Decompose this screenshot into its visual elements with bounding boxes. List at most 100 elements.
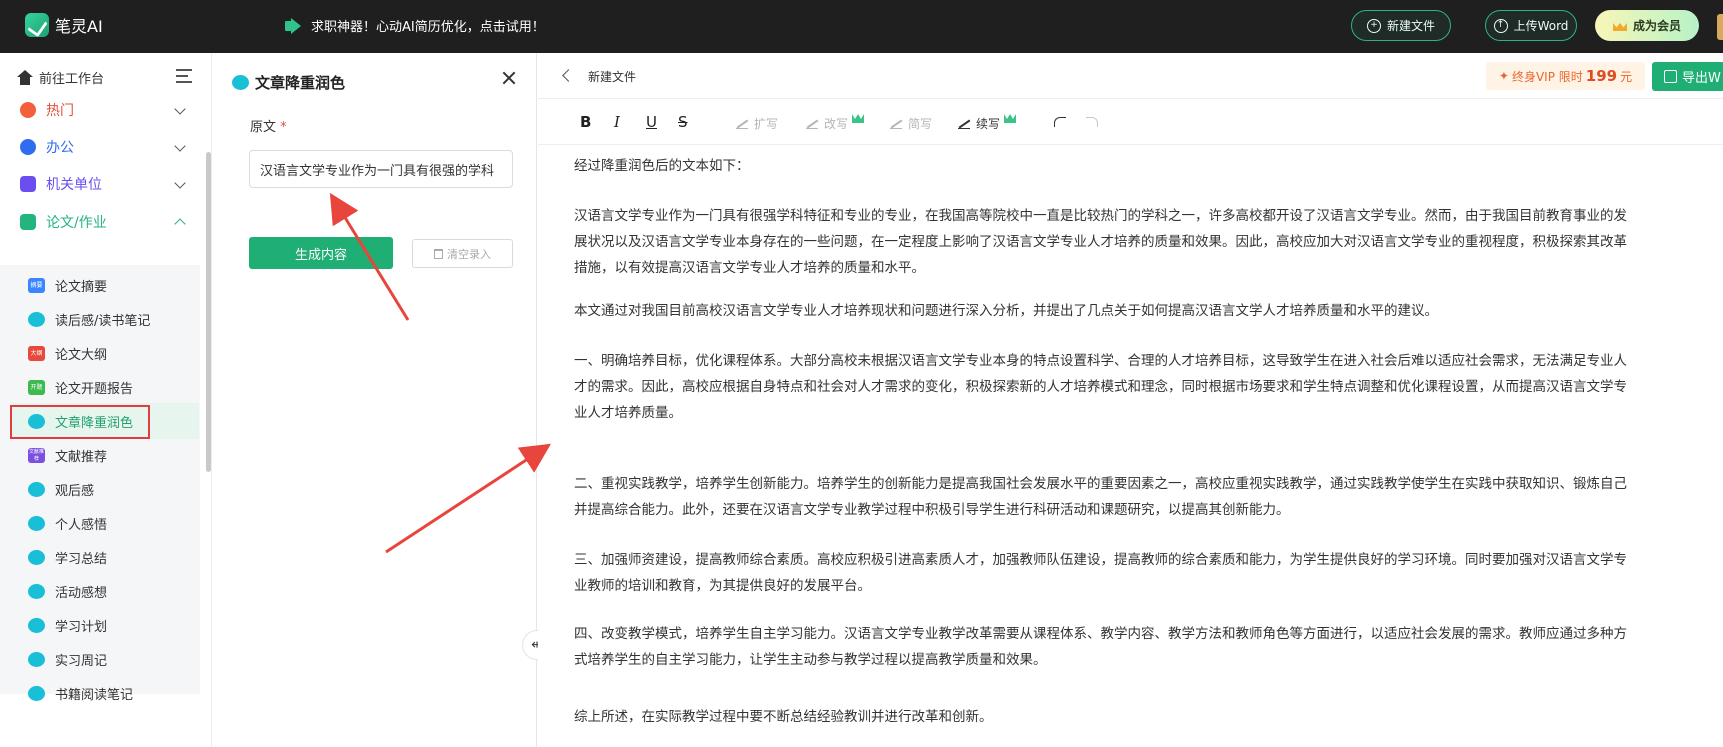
tool-panel-title: 文章降重润色: [232, 72, 345, 93]
trash-icon: [434, 248, 443, 259]
chat-icon: [28, 515, 45, 531]
sidebar-item-thesis-abstract[interactable]: 摘要 论文摘要: [10, 267, 199, 303]
collapse-menu-icon[interactable]: [176, 69, 192, 83]
paragraph-line: 业人才培养质量。: [574, 405, 682, 421]
sidebar-item-label: 文献推荐: [55, 449, 108, 465]
category-office[interactable]: 办公: [0, 128, 200, 166]
megaphone-icon: [285, 17, 303, 35]
sidebar-item-book-notes[interactable]: 书籍阅读笔记: [10, 675, 199, 711]
sidebar-item-internship-weekly[interactable]: 实习周记: [10, 641, 199, 677]
sidebar-item-label: 论文开题报告: [55, 381, 134, 397]
sidebar-item-proposal-report[interactable]: 开题 论文开题报告: [10, 369, 199, 405]
vip-price-unit: 元: [1620, 69, 1633, 84]
sidebar-item-study-plan[interactable]: 学习计划: [10, 607, 199, 643]
sidebar-item-rewrite-polish[interactable]: 文章降重润色: [10, 403, 199, 439]
italic-button[interactable]: I: [614, 113, 620, 131]
sidebar-item-personal-insight[interactable]: 个人感悟: [10, 505, 199, 541]
sidebar-item-literature[interactable]: 文献推荐 文献推荐: [10, 437, 199, 473]
chat-icon: [232, 75, 249, 90]
chat-icon: [28, 549, 45, 565]
paragraph-line: 才的需求。因此，高校应根据自身特点和社会对人才需求的变化，积极探索新的人才培养模…: [574, 379, 1627, 395]
undo-icon[interactable]: [1054, 117, 1066, 127]
sidebar-item-review[interactable]: 观后感: [10, 471, 199, 507]
literature-icon: 文献推荐: [28, 447, 45, 463]
become-member-button[interactable]: 成为会员: [1595, 10, 1699, 41]
editor-toolbar: B I U S 扩写 改写 简写 续写: [538, 99, 1723, 145]
paragraph-line: 措施，以有效提高汉语言文学专业人才培养的质量和水平。: [574, 260, 925, 276]
underline-button[interactable]: U: [646, 113, 657, 131]
clear-input-button[interactable]: 清空录入: [412, 239, 513, 268]
strikethrough-button[interactable]: S: [678, 113, 688, 131]
back-to-workspace[interactable]: 前往工作台: [17, 68, 104, 87]
back-chevron-icon[interactable]: [562, 69, 575, 82]
pen-icon: [890, 119, 904, 129]
sidebar-item-label: 观后感: [55, 483, 95, 499]
building-icon: [20, 176, 36, 192]
shorten-button[interactable]: 简写: [890, 115, 932, 132]
expand-button[interactable]: 扩写: [736, 115, 778, 132]
vip-promo-tag[interactable]: ✦ 终身VIP 限时 199 元: [1486, 62, 1645, 90]
sidebar-item-label: 实习周记: [55, 653, 108, 669]
chat-icon: [28, 311, 45, 327]
chat-icon: [28, 651, 45, 667]
redo-icon[interactable]: [1086, 117, 1098, 127]
paragraph-line: 展状况以及汉语言文学专业本身存在的一些问题，在一定程度上影响了汉语言文学专业人才…: [574, 234, 1627, 250]
original-text-input[interactable]: [249, 150, 513, 188]
rewrite-label: 改写: [824, 117, 849, 131]
editor: 新建文件 ✦ 终身VIP 限时 199 元 导出W B I U S 扩写 改写 …: [538, 53, 1723, 747]
field-label-text: 原文: [250, 120, 277, 135]
paragraph-line: 经过降重润色后的文本如下：: [574, 158, 750, 174]
chevron-down-icon: [174, 140, 186, 152]
new-file-button[interactable]: + 新建文件: [1351, 10, 1451, 41]
chat-icon: [28, 481, 45, 497]
upload-icon: ↑: [1493, 18, 1508, 33]
bold-button[interactable]: B: [580, 113, 591, 131]
generate-button[interactable]: 生成内容: [249, 237, 393, 269]
home-icon: [17, 70, 33, 85]
promo-banner[interactable]: 求职神器！心动AI简历优化，点击试用！: [285, 16, 545, 35]
upload-word-button[interactable]: ↑ 上传Word: [1485, 10, 1577, 41]
crown-icon: [1613, 20, 1627, 31]
sidebar-item-study-summary[interactable]: 学习总结: [10, 539, 199, 575]
vip-crown-icon: [1004, 114, 1017, 123]
sidebar-item-thesis-outline[interactable]: 大纲 论文大纲: [10, 335, 199, 371]
expand-label: 扩写: [754, 117, 779, 131]
sidebar-item-label: 活动感想: [55, 585, 108, 601]
new-file-label: 新建文件: [1386, 19, 1435, 33]
become-member-label: 成为会员: [1632, 19, 1681, 33]
proposal-icon: 开题: [28, 379, 45, 395]
sidebar-item-reading-notes[interactable]: 读后感/读书笔记: [10, 301, 199, 337]
app-logo[interactable]: 笔灵AI: [25, 13, 103, 37]
rewrite-button[interactable]: 改写: [806, 114, 865, 132]
continue-button[interactable]: 续写: [958, 114, 1017, 132]
paragraph-line: 汉语言文学专业作为一门具有很强学科特征和专业的专业，在我国高等院校中一直是比较热…: [574, 208, 1627, 224]
chat-icon: [28, 617, 45, 633]
close-icon[interactable]: [500, 69, 518, 87]
category-hot[interactable]: 热门: [0, 91, 200, 129]
document-title[interactable]: 新建文件: [588, 68, 636, 85]
pen-icon: [806, 119, 820, 129]
vip-crown-icon: [852, 114, 865, 123]
abstract-icon: 摘要: [28, 277, 45, 293]
export-word-button[interactable]: 导出W: [1652, 62, 1723, 91]
paragraph-line: 式培养学生的自主学习能力，让学生主动参与教学过程以提高教学质量和效果。: [574, 652, 1047, 668]
category-thesis[interactable]: 论文/作业: [0, 203, 200, 241]
paragraph-line: 一、明确培养目标，优化课程体系。大部分高校未根据汉语言文学专业本身的特点设置科学…: [574, 353, 1627, 369]
back-to-workspace-label: 前往工作台: [39, 72, 105, 87]
sidebar-item-activity-thoughts[interactable]: 活动感想: [10, 573, 199, 609]
office-icon: [20, 139, 36, 155]
shorten-label: 简写: [908, 117, 933, 131]
chevron-up-icon: [174, 218, 186, 230]
sidebar-item-label: 论文大纲: [55, 347, 108, 363]
avatar-edge[interactable]: [1717, 14, 1723, 40]
sidebar-item-label: 学习计划: [55, 619, 108, 635]
chat-icon: [28, 685, 45, 701]
paragraph-line: 本文通过对我国目前高校汉语言文学专业人才培养现状和问题进行深入分析，并提出了几点…: [574, 303, 1438, 319]
thesis-icon: [20, 214, 36, 230]
export-label: 导出W: [1682, 71, 1721, 86]
category-government[interactable]: 机关单位: [0, 165, 200, 203]
promo-text: 求职神器！心动AI简历优化，点击试用！: [311, 20, 545, 35]
sidebar-item-label: 论文摘要: [55, 279, 108, 295]
sidebar-scrollbar[interactable]: [206, 152, 211, 472]
tool-panel: 文章降重润色 原文 * 生成内容 清空录入: [212, 53, 537, 747]
